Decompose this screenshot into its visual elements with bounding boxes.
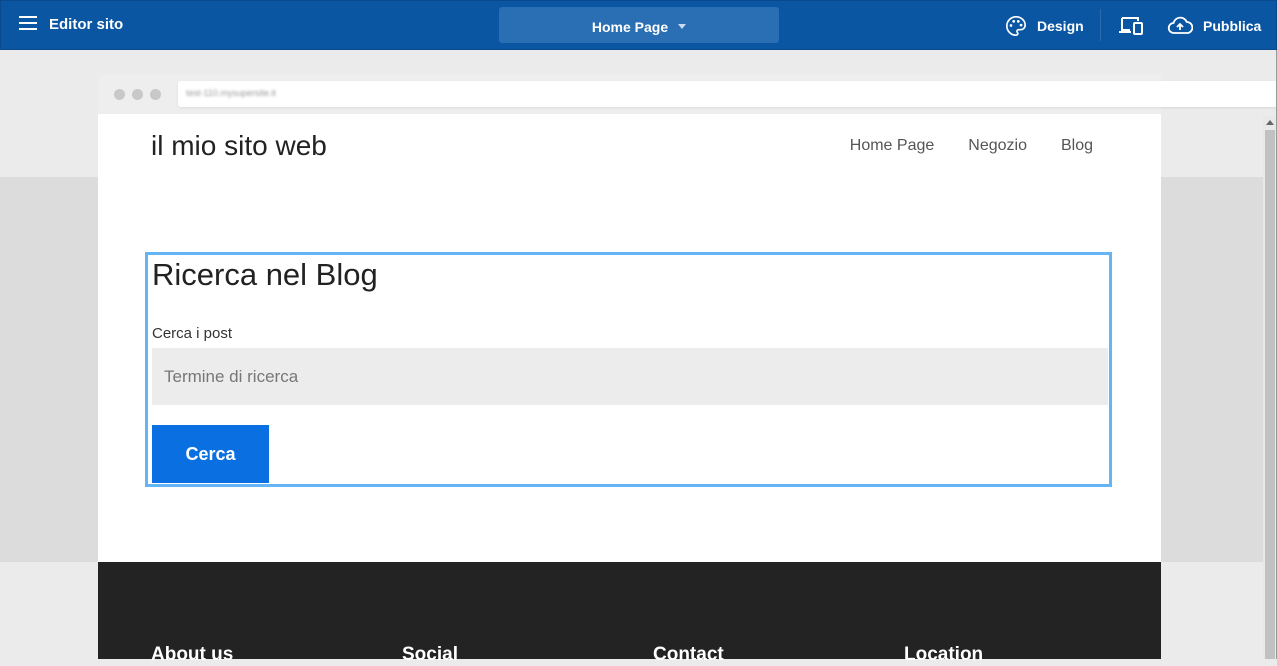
device-preview-button[interactable] bbox=[1118, 15, 1144, 37]
responsive-devices-icon bbox=[1119, 17, 1143, 35]
nav-blog[interactable]: Blog bbox=[1061, 137, 1093, 155]
footer-heading-contact: Contact bbox=[653, 644, 724, 665]
publish-button[interactable]: Pubblica bbox=[1167, 14, 1261, 38]
nav-home[interactable]: Home Page bbox=[850, 137, 935, 155]
scrollbar[interactable] bbox=[1263, 116, 1277, 659]
site-footer: About us Social Contact Location bbox=[98, 562, 1161, 665]
palette-icon bbox=[1006, 16, 1026, 36]
browser-frame: test-110.mysupersite.it bbox=[98, 74, 1277, 114]
design-button[interactable]: Design bbox=[1005, 14, 1084, 38]
page-selector-dropdown[interactable]: Home Page bbox=[499, 7, 779, 43]
footer-heading-about: About us bbox=[151, 644, 234, 665]
window-dot-icon bbox=[150, 89, 161, 100]
window-dot-icon bbox=[132, 89, 143, 100]
window-dot-icon bbox=[114, 89, 125, 100]
site-title[interactable]: il mio sito web bbox=[151, 130, 327, 162]
editor-topbar: Editor sito Home Page Design Pubblica bbox=[0, 0, 1277, 50]
footer-heading-social: Social bbox=[402, 644, 458, 665]
nav-shop[interactable]: Negozio bbox=[968, 137, 1027, 155]
caret-down-icon bbox=[678, 23, 687, 29]
page-selector-label: Home Page bbox=[591, 19, 669, 35]
site-preview: il mio sito web Home Page Negozio Blog R… bbox=[98, 114, 1161, 562]
url-bar: test-110.mysupersite.it bbox=[178, 81, 1277, 107]
publish-label: Pubblica bbox=[1203, 18, 1262, 34]
url-text: test-110.mysupersite.it bbox=[186, 88, 276, 98]
scrollbar-thumb[interactable] bbox=[1265, 130, 1275, 659]
app-title: Editor sito bbox=[49, 16, 124, 33]
site-nav: Home Page Negozio Blog bbox=[850, 137, 1093, 155]
cloud-upload-icon bbox=[1167, 16, 1193, 34]
toolbar-divider bbox=[1100, 9, 1101, 41]
footer-heading-location: Location bbox=[904, 644, 984, 665]
hamburger-menu-icon[interactable] bbox=[19, 16, 37, 30]
design-label: Design bbox=[1037, 18, 1084, 34]
widget-heading: Ricerca nel Blog bbox=[152, 257, 378, 292]
search-label: Cerca i post bbox=[152, 325, 233, 342]
scroll-up-arrow-icon[interactable] bbox=[1266, 120, 1274, 125]
search-input[interactable] bbox=[152, 348, 1108, 405]
search-button[interactable]: Cerca bbox=[152, 425, 269, 483]
blog-search-widget[interactable]: Ricerca nel Blog Cerca i post Cerca bbox=[145, 252, 1112, 487]
